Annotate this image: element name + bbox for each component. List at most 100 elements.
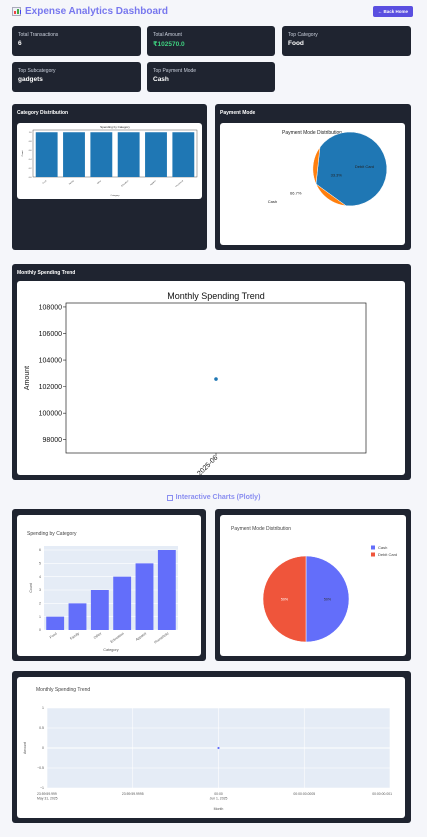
stat-label: Top Payment Mode bbox=[153, 68, 197, 74]
x-tick-label: May 31, 2025 bbox=[37, 797, 58, 801]
stat-label: Top Subcategory bbox=[18, 68, 56, 74]
x-tick-label: Food bbox=[49, 632, 58, 640]
chart-title: Spending by Category bbox=[27, 531, 77, 537]
plotly-category-box[interactable]: Spending by Category 0 1 2 3 4 5 6 Count Food Fami… bbox=[17, 515, 201, 656]
x-tick-label: 2025-06 bbox=[196, 454, 219, 475]
chart-title: Monthly Spending Trend bbox=[36, 687, 90, 693]
payment-pie-chart: Payment Mode Distribution Cash 66.7% Debit … bbox=[268, 130, 388, 207]
x-tick-label: Jun 1, 2025 bbox=[210, 797, 228, 801]
payment-chart-box: Payment Mode Distribution Cash 66.7% Debit … bbox=[220, 123, 405, 245]
y-tick-label: 5 bbox=[39, 562, 41, 566]
y-tick-label: 3 bbox=[39, 588, 41, 592]
stat-value: 6 bbox=[18, 40, 22, 47]
x-tick-label: 23:59:59.9995 bbox=[122, 792, 144, 796]
bar bbox=[63, 132, 85, 177]
x-tick-label: Family bbox=[69, 631, 80, 640]
data-point bbox=[214, 377, 218, 381]
bar-chart-icon bbox=[12, 6, 21, 16]
y-tick-label: 106000 bbox=[39, 331, 62, 338]
monthly-trend-panel: Monthly Spending Trend Monthly Spending … bbox=[12, 264, 411, 480]
legend-label: Cash bbox=[378, 545, 387, 550]
y-tick-label: 1 bbox=[42, 706, 44, 710]
bar bbox=[157, 550, 176, 630]
bar bbox=[46, 616, 65, 630]
stat-value: ₹102570.0 bbox=[153, 41, 185, 48]
x-axis-label: Month bbox=[214, 807, 224, 811]
y-tick-label: 6 bbox=[39, 548, 41, 552]
y-tick-label: 108000 bbox=[39, 304, 62, 311]
y-axis-label: Amount bbox=[23, 742, 27, 754]
chart-icon bbox=[166, 494, 173, 501]
y-tick-label: 0.5 bbox=[39, 726, 44, 730]
x-tick-label: 23:59:59.999 bbox=[37, 792, 57, 796]
y-tick-label: −1 bbox=[40, 786, 44, 790]
plotly-payment-pie-chart[interactable]: Payment Mode Distribution 50% 50% Cash Debit… bbox=[220, 515, 406, 656]
monthly-scatter-chart: Monthly Spending Trend 98000 100000 102000 1… bbox=[24, 291, 367, 475]
y-tick-label: 102000 bbox=[39, 384, 62, 391]
stat-label: Total Transactions bbox=[18, 32, 59, 38]
x-tick-label: Family bbox=[69, 180, 75, 185]
chart-title: Payment Mode Distribution bbox=[231, 526, 291, 532]
y-tick-label: 0 bbox=[42, 746, 44, 750]
category-chart-box: Spending by Category 0.0 0.2 0.4 0.6 0.8 1.0 Co… bbox=[17, 123, 202, 199]
x-tick-label: Education bbox=[110, 632, 125, 644]
stat-total-transactions: Total Transactions 6 bbox=[12, 26, 141, 56]
page-title-text: Expense Analytics Dashboard bbox=[25, 5, 169, 17]
y-tick-label: 2 bbox=[39, 602, 41, 606]
x-tick-label: Apparel bbox=[149, 179, 157, 186]
y-axis-label: Amount bbox=[24, 366, 31, 390]
plotly-monthly-scatter-chart[interactable]: Monthly Spending Trend −1 −0.5 0 0.5 1 23:59:5… bbox=[17, 677, 405, 818]
plotly-payment-box[interactable]: Payment Mode Distribution 50% 50% Cash Debit… bbox=[220, 515, 406, 656]
bar bbox=[117, 132, 140, 177]
x-tick-label: Apparel bbox=[135, 631, 147, 641]
bar bbox=[145, 132, 167, 177]
legend-swatch bbox=[371, 552, 375, 557]
stat-label: Total Amount bbox=[153, 32, 182, 38]
data-point bbox=[217, 746, 220, 750]
payment-mode-panel: Payment Mode Payment Mode Distribution Ca… bbox=[215, 104, 411, 250]
interactive-charts-heading: Interactive Charts (Plotly) bbox=[0, 494, 427, 501]
y-tick-label: 0.8 bbox=[29, 141, 33, 143]
plotly-category-bar-chart[interactable]: Spending by Category 0 1 2 3 4 5 6 Count Food Fami… bbox=[17, 515, 201, 656]
y-tick-label: 1.0 bbox=[29, 132, 33, 134]
y-tick-label: 0.0 bbox=[29, 177, 33, 179]
y-tick-label: 0.4 bbox=[29, 159, 33, 161]
bar bbox=[35, 132, 58, 177]
pie-pct-label: 50% bbox=[281, 597, 289, 601]
legend-swatch bbox=[371, 545, 375, 550]
y-tick-label: 104000 bbox=[39, 358, 62, 365]
stat-label: Top Category bbox=[288, 32, 318, 38]
plotly-category-panel: Spending by Category 0 1 2 3 4 5 6 Count Food Fami… bbox=[12, 509, 206, 661]
x-tick-label: 00:00:00.0005 bbox=[293, 792, 315, 796]
page-header: Expense Analytics Dashboard ← Back Home bbox=[12, 4, 413, 18]
stat-value: gadgets bbox=[18, 76, 43, 83]
y-tick-label: 0.6 bbox=[29, 150, 33, 152]
x-axis-label: Category bbox=[103, 648, 119, 652]
plotly-monthly-box[interactable]: Monthly Spending Trend −1 −0.5 0 0.5 1 23:59:5… bbox=[17, 677, 405, 818]
x-tick-label: Education bbox=[121, 179, 130, 187]
y-tick-label: 1 bbox=[39, 615, 41, 619]
y-axis-label: Count bbox=[21, 150, 24, 156]
bar bbox=[135, 563, 154, 630]
bar bbox=[90, 132, 113, 177]
stat-value: Cash bbox=[153, 76, 169, 83]
y-tick-label: 0 bbox=[39, 628, 41, 632]
bar bbox=[90, 590, 109, 630]
x-tick-label: 00:00:00.001 bbox=[372, 792, 392, 796]
pie-pct-label: 66.7% bbox=[290, 191, 302, 196]
chart-title: Monthly Spending Trend bbox=[167, 291, 265, 301]
x-tick-label: Household bbox=[175, 180, 184, 188]
panel-title: Category Distribution bbox=[17, 110, 69, 116]
y-tick-label: −0.5 bbox=[37, 766, 44, 770]
chart-title: Spending by Category bbox=[100, 125, 130, 129]
panel-title: Payment Mode bbox=[220, 110, 256, 116]
back-home-button[interactable]: ← Back Home bbox=[372, 5, 413, 17]
x-tick-label: 00:00 bbox=[214, 792, 223, 796]
y-tick-label: 0.2 bbox=[29, 168, 33, 170]
category-bar-chart: Spending by Category 0.0 0.2 0.4 0.6 0.8 1.0 Co… bbox=[21, 125, 198, 197]
stat-top-payment-mode: Top Payment Mode Cash bbox=[147, 62, 275, 92]
stat-value: Food bbox=[288, 40, 304, 47]
stat-total-amount: Total Amount ₹102570.0 bbox=[147, 26, 275, 56]
x-axis-label: Category bbox=[111, 194, 121, 197]
chart-title: Payment Mode Distribution bbox=[282, 130, 342, 136]
